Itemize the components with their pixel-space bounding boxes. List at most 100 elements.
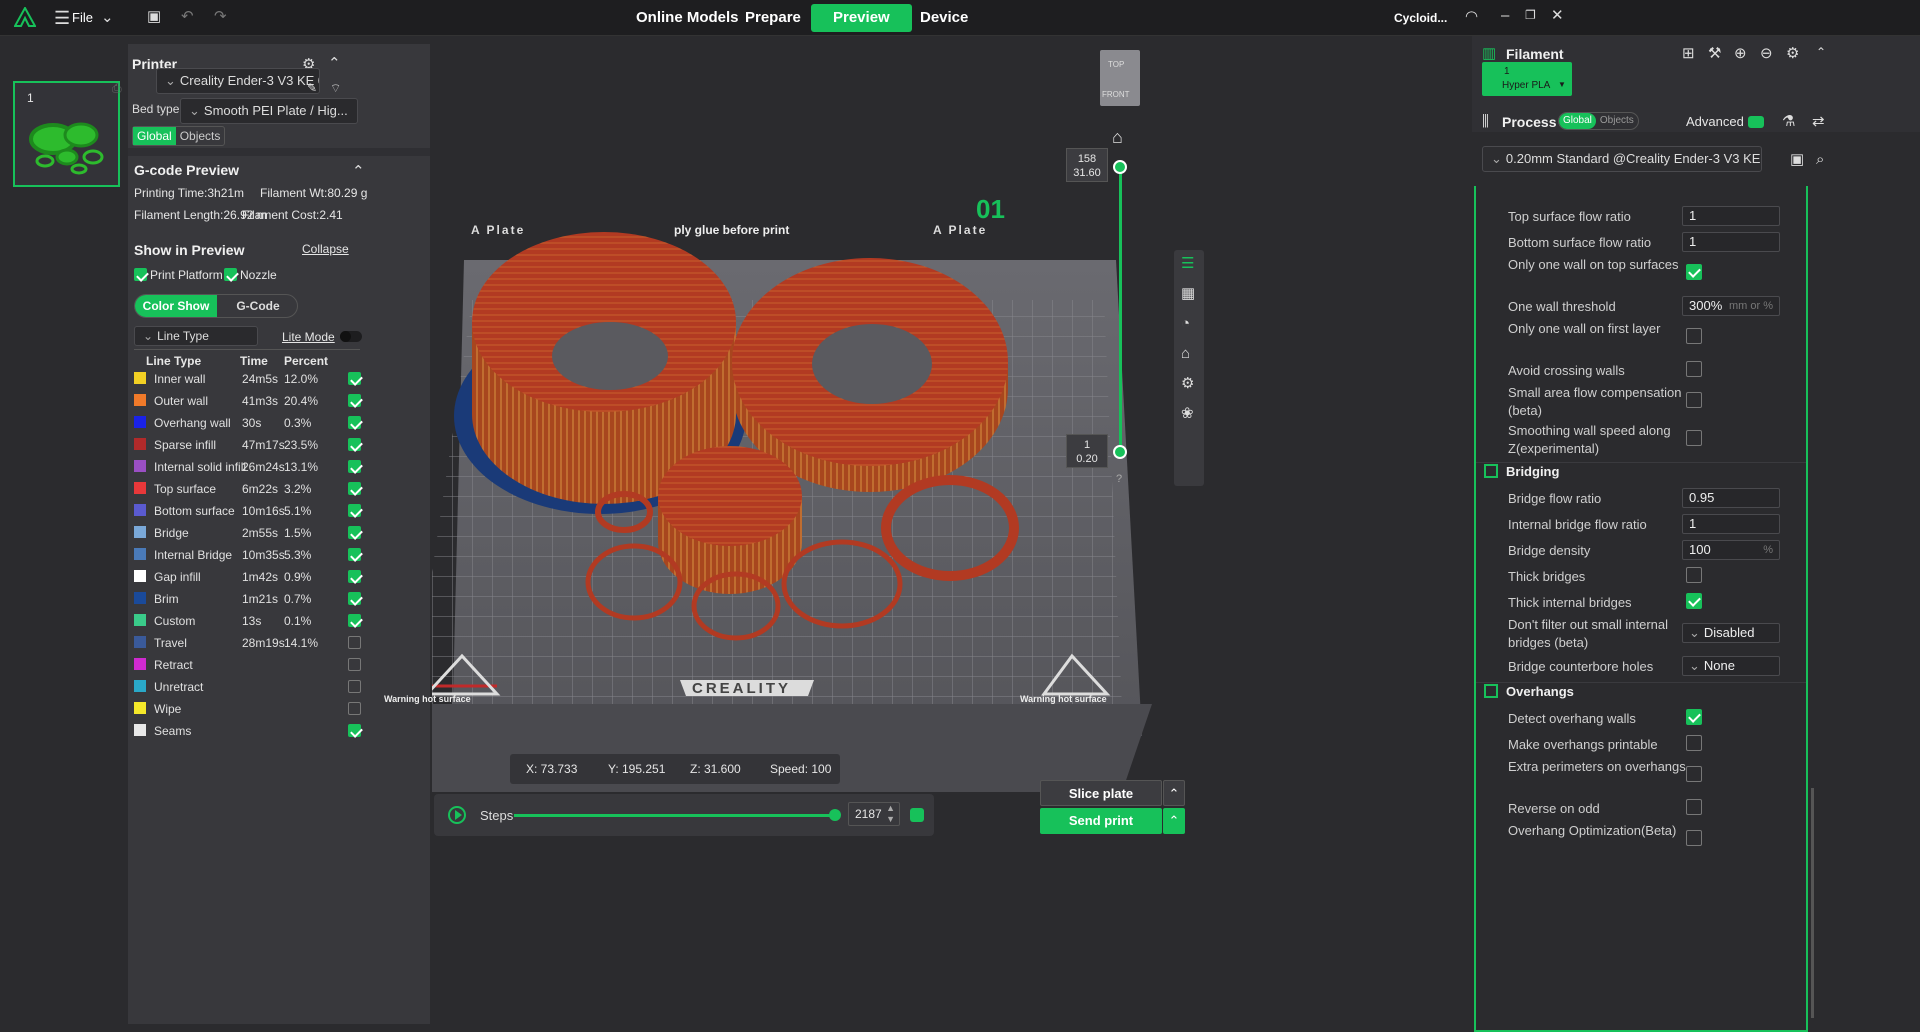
tab-preview[interactable]: Preview	[811, 4, 912, 32]
line-type-checkbox[interactable]	[348, 548, 361, 561]
setting-checkbox[interactable]	[1686, 735, 1702, 751]
layer-slider-track[interactable]	[1119, 166, 1122, 452]
stepper-icon[interactable]: ▲ ▼	[886, 803, 895, 825]
scrollbar[interactable]	[1808, 188, 1818, 1028]
slice-dropdown-icon[interactable]: ⌃	[1163, 780, 1185, 806]
setting-checkbox[interactable]	[1686, 567, 1702, 583]
view-cube[interactable]: TOP FRONT	[1100, 50, 1140, 106]
tab-online-models[interactable]: Online Models	[636, 0, 739, 36]
steps-track[interactable]	[514, 809, 841, 821]
line-type-checkbox[interactable]	[348, 658, 361, 671]
close-icon[interactable]: ✕	[1551, 8, 1564, 23]
filament-edit-icon[interactable]: ⊞	[1682, 46, 1695, 61]
filament-slot-1[interactable]: 1 Hyper PLA ▼	[1482, 62, 1572, 96]
line-type-checkbox[interactable]	[348, 614, 361, 627]
add-icon[interactable]: ⊕	[1734, 46, 1747, 61]
maximize-icon[interactable]: ❐	[1525, 9, 1536, 21]
3d-viewport[interactable]: A Plate ply glue before print A Plate 01…	[384, 36, 1472, 1032]
save-icon[interactable]: ▣	[147, 9, 161, 24]
line-type-checkbox[interactable]	[348, 372, 361, 385]
layer-slider-bottom-handle[interactable]	[1113, 445, 1127, 459]
layers-view-icon[interactable]	[910, 808, 924, 822]
plate-thumbnail[interactable]: 1	[13, 81, 120, 187]
line-type-checkbox[interactable]	[348, 636, 361, 649]
setting-checkbox[interactable]	[1686, 264, 1702, 280]
line-type-checkbox[interactable]	[348, 504, 361, 517]
setting-input[interactable]: 1	[1682, 206, 1780, 226]
setting-input[interactable]: 1	[1682, 232, 1780, 252]
print-platform-checkbox[interactable]	[134, 268, 147, 281]
help-icon[interactable]: ?	[1116, 473, 1122, 485]
setting-input[interactable]: 100%	[1682, 540, 1780, 560]
send-print-button[interactable]: Send print	[1040, 808, 1162, 834]
setting-checkbox[interactable]	[1686, 709, 1702, 725]
send-dropdown-icon[interactable]: ⌃	[1163, 808, 1185, 834]
line-type-checkbox[interactable]	[348, 482, 361, 495]
speed-icon[interactable]: ◔	[1181, 316, 1190, 331]
collapse-up-icon[interactable]: ⌃	[328, 56, 341, 71]
setting-checkbox[interactable]	[1686, 392, 1702, 408]
bed-type-select[interactable]: ⌄ Smooth PEI Plate / Hig...	[180, 98, 358, 124]
minimize-icon[interactable]: –	[1501, 8, 1509, 23]
tab-prepare[interactable]: Prepare	[745, 0, 801, 36]
tab-objects[interactable]: Objects	[1596, 113, 1638, 129]
line-type-checkbox[interactable]	[348, 394, 361, 407]
layers-icon[interactable]: ☰	[1181, 256, 1194, 271]
tab-device[interactable]: Device	[920, 0, 968, 36]
collapse-up-icon[interactable]: ⌃	[1816, 46, 1826, 58]
overhangs-group-header[interactable]: Overhangs	[1484, 684, 1574, 699]
setting-checkbox[interactable]	[1686, 361, 1702, 377]
setting-checkbox[interactable]	[1686, 830, 1702, 846]
lite-mode-toggle[interactable]	[340, 331, 362, 342]
arrange-icon[interactable]: ❀	[1181, 406, 1194, 421]
steps-knob[interactable]	[828, 809, 841, 821]
line-type-checkbox[interactable]	[348, 526, 361, 539]
process-preset-select[interactable]: ⌄ 0.20mm Standard @Creality Ender-3 V3 KE…	[1482, 146, 1762, 172]
sync-icon[interactable]: ⇄	[1812, 114, 1825, 129]
setting-input[interactable]: 300% mm or %	[1682, 296, 1780, 316]
headset-icon[interactable]: ◠	[1465, 9, 1478, 24]
tab-objects[interactable]: Objects	[176, 127, 225, 145]
tab-global[interactable]: Global	[133, 127, 176, 145]
line-type-select[interactable]: ⌄ Line Type	[134, 326, 258, 346]
setting-checkbox[interactable]	[1686, 593, 1702, 609]
setting-select[interactable]: ⌄ None	[1682, 656, 1780, 676]
home-icon[interactable]: ⌂	[1112, 128, 1123, 146]
bed-icon[interactable]: ⌂	[1181, 346, 1190, 361]
menu-icon[interactable]: ☰	[54, 9, 70, 27]
file-menu[interactable]: File	[72, 0, 93, 36]
search-icon[interactable]: ⌕	[1816, 152, 1824, 167]
undo-icon[interactable]: ↶	[181, 9, 194, 24]
printer-select[interactable]: ⌄Creality Ender-3 V3 KE 0.4 ...	[156, 68, 320, 94]
grid-icon[interactable]: ▦	[1181, 286, 1195, 301]
setting-input[interactable]: 0.95	[1682, 488, 1780, 508]
line-type-checkbox[interactable]	[348, 460, 361, 473]
setting-checkbox[interactable]	[1686, 430, 1702, 446]
advanced-toggle[interactable]	[1748, 116, 1764, 128]
remove-icon[interactable]: ⊖	[1760, 46, 1773, 61]
edit-icon[interactable]: ✎	[307, 82, 317, 94]
tab-global[interactable]: Global	[1559, 113, 1596, 129]
user-name[interactable]: Cycloid...	[1394, 0, 1447, 36]
setting-checkbox[interactable]	[1686, 328, 1702, 344]
save-preset-icon[interactable]: ▣	[1790, 152, 1804, 167]
setting-checkbox[interactable]	[1686, 766, 1702, 782]
tab-color-show[interactable]: Color Show	[135, 295, 217, 317]
scrollbar-thumb[interactable]	[1811, 788, 1814, 1018]
settings-icon[interactable]: ⚙	[1181, 376, 1194, 391]
line-type-checkbox[interactable]	[348, 724, 361, 737]
tab-gcode[interactable]: G-Code	[217, 295, 297, 317]
setting-select[interactable]: ⌄ Disabled	[1682, 623, 1780, 643]
line-type-checkbox[interactable]	[348, 438, 361, 451]
setting-checkbox[interactable]	[1686, 799, 1702, 815]
slice-plate-button[interactable]: Slice plate	[1040, 780, 1162, 806]
filament-sync-icon[interactable]: ⚒	[1708, 46, 1721, 61]
collapse-link[interactable]: Collapse	[302, 242, 349, 256]
nozzle-checkbox[interactable]	[224, 268, 237, 281]
redo-icon[interactable]: ↷	[214, 9, 227, 24]
wifi-icon[interactable]: ⌔	[330, 82, 341, 94]
line-type-checkbox[interactable]	[348, 570, 361, 583]
line-type-checkbox[interactable]	[348, 592, 361, 605]
compare-icon[interactable]: ⚗	[1782, 114, 1795, 129]
gear-icon[interactable]: ⚙	[1786, 46, 1799, 61]
